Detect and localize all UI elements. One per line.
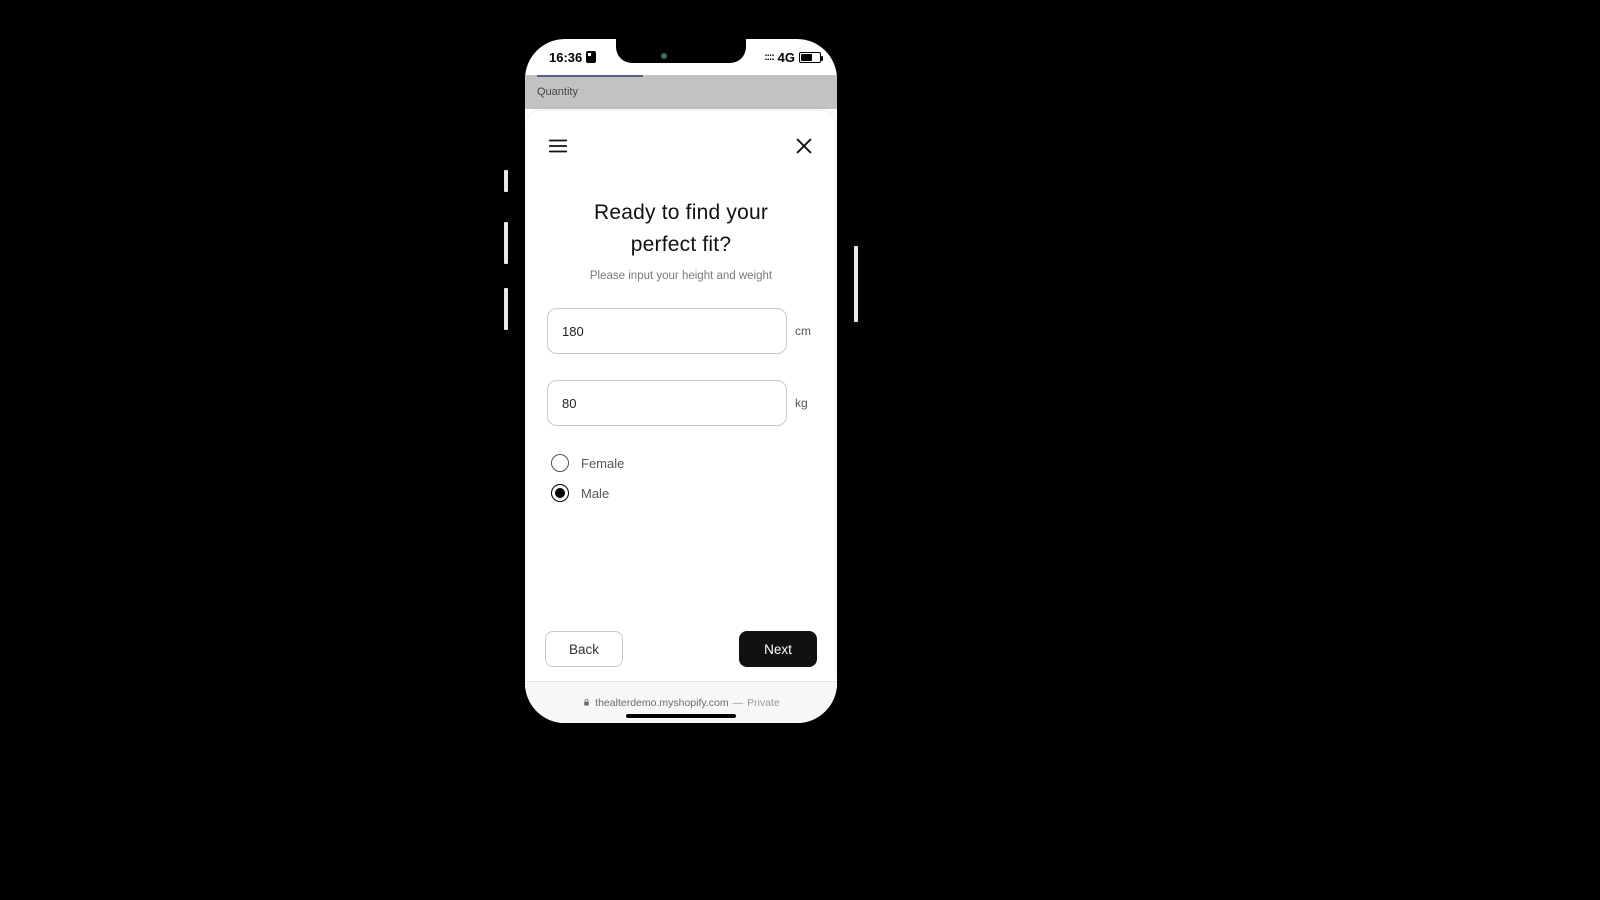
browser-separator: — [733, 697, 744, 709]
weight-unit: kg [795, 396, 815, 410]
status-time: 16:36 [549, 50, 582, 65]
phone-screen: 16:36 :::: 4G Quantity [525, 39, 837, 723]
device-power-button [854, 246, 858, 322]
modal-title: Ready to find your perfect fit? [545, 197, 817, 260]
back-button[interactable]: Back [545, 631, 623, 667]
radio-male[interactable]: Male [551, 484, 817, 502]
radio-female[interactable]: Female [551, 454, 817, 472]
camera-indicator-icon [661, 53, 667, 59]
radio-label-female: Female [581, 456, 624, 471]
sim-icon [586, 51, 596, 63]
close-icon [793, 135, 815, 157]
lock-icon [582, 698, 591, 707]
browser-domain: thealterdemo.myshopify.com [595, 697, 728, 709]
device-side-button [504, 170, 508, 192]
phone-frame: 16:36 :::: 4G Quantity [521, 35, 841, 727]
weight-input[interactable] [547, 380, 787, 426]
quantity-label: Quantity [537, 86, 578, 98]
stage: 16:36 :::: 4G Quantity [0, 0, 1600, 900]
weight-row: kg [547, 380, 815, 426]
close-button[interactable] [791, 133, 817, 159]
phone-notch [616, 39, 746, 63]
radio-icon [551, 484, 569, 502]
modal-actions: Back Next [545, 609, 817, 667]
network-label: 4G [778, 50, 795, 65]
height-input[interactable] [547, 308, 787, 354]
background-quantity-row: Quantity [525, 75, 837, 109]
device-volume-down [504, 288, 508, 330]
menu-button[interactable] [545, 133, 571, 159]
modal-header [545, 129, 817, 163]
gender-radios: Female Male [545, 454, 817, 502]
battery-icon [799, 52, 821, 63]
fit-modal: Ready to find your perfect fit? Please i… [527, 111, 835, 681]
modal-title-line2: perfect fit? [545, 229, 817, 261]
radio-label-male: Male [581, 486, 609, 501]
height-row: cm [547, 308, 815, 354]
modal-subtitle: Please input your height and weight [545, 270, 817, 282]
modal-title-line1: Ready to find your [545, 197, 817, 229]
fields: cm kg [545, 308, 817, 426]
height-unit: cm [795, 324, 815, 338]
radio-icon [551, 454, 569, 472]
hamburger-icon [547, 135, 569, 157]
signal-icon: :::: [764, 52, 773, 63]
next-button[interactable]: Next [739, 631, 817, 667]
home-indicator[interactable] [626, 714, 736, 718]
browser-mode: Private [747, 697, 780, 709]
device-volume-up [504, 222, 508, 264]
